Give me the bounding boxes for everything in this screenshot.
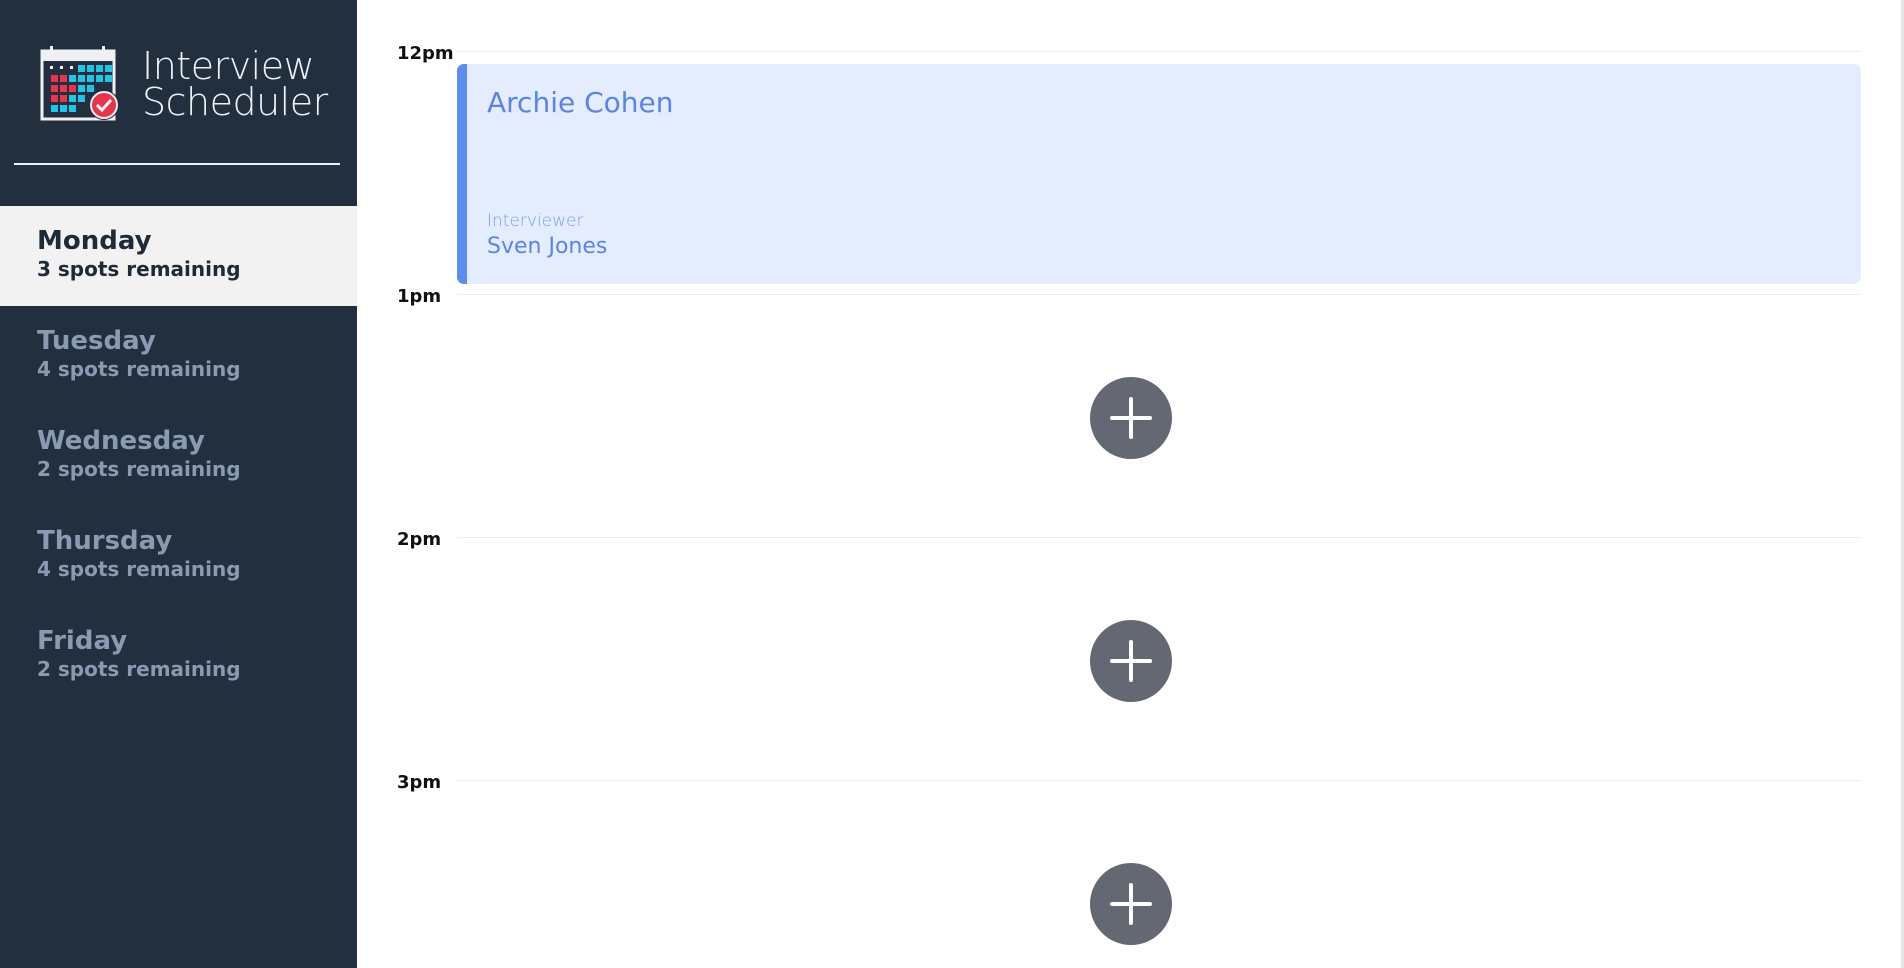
time-slot-1pm: 1pm: [357, 243, 1904, 486]
add-appointment-button[interactable]: [1090, 377, 1172, 459]
slot-divider: [457, 537, 1861, 538]
day-name: Monday: [37, 226, 152, 256]
time-slot-2pm: 2pm: [357, 486, 1904, 729]
slot-divider: [457, 51, 1861, 52]
slot-time: 1pm: [397, 286, 442, 307]
calendar-check-icon: [40, 46, 119, 121]
day-name: Thursday: [37, 526, 173, 556]
app-title-line2: Scheduler: [142, 80, 328, 124]
day-spots: 4 spots remaining: [37, 557, 241, 581]
day-name: Friday: [37, 626, 128, 656]
schedule-panel: 12pm Archie Cohen Interviewer Sven Jones…: [357, 0, 1904, 968]
app-brand: Interview Scheduler: [40, 44, 328, 124]
interviewer-label: Interviewer: [487, 211, 584, 231]
day-item-thursday[interactable]: Thursday 4 spots remaining: [0, 506, 357, 606]
sidebar-divider: [14, 163, 340, 165]
day-name: Wednesday: [37, 426, 205, 456]
sidebar: Interview Scheduler Monday 3 spots remai…: [0, 0, 357, 968]
day-spots: 4 spots remaining: [37, 357, 241, 381]
slot-time: 2pm: [397, 529, 442, 550]
day-item-friday[interactable]: Friday 2 spots remaining: [0, 606, 357, 706]
time-slot-3pm: 3pm: [357, 729, 1904, 968]
slot-divider: [457, 780, 1861, 781]
time-slot-12pm: 12pm Archie Cohen Interviewer Sven Jones: [357, 0, 1904, 284]
student-name: Archie Cohen: [487, 86, 674, 119]
day-spots: 2 spots remaining: [37, 457, 241, 481]
slot-divider: [457, 294, 1861, 295]
app-title: Interview Scheduler: [142, 44, 328, 124]
day-item-wednesday[interactable]: Wednesday 2 spots remaining: [0, 406, 357, 506]
day-item-tuesday[interactable]: Tuesday 4 spots remaining: [0, 306, 357, 406]
day-spots: 3 spots remaining: [37, 257, 241, 281]
day-name: Tuesday: [37, 326, 156, 356]
slot-time: 12pm: [397, 43, 454, 64]
app-title-line1: Interview: [142, 44, 315, 88]
add-appointment-button[interactable]: [1090, 620, 1172, 702]
day-item-monday[interactable]: Monday 3 spots remaining: [0, 206, 357, 306]
day-spots: 2 spots remaining: [37, 657, 241, 681]
day-list: Monday 3 spots remaining Tuesday 4 spots…: [0, 206, 357, 706]
add-appointment-button[interactable]: [1090, 863, 1172, 945]
slot-time: 3pm: [397, 772, 442, 793]
